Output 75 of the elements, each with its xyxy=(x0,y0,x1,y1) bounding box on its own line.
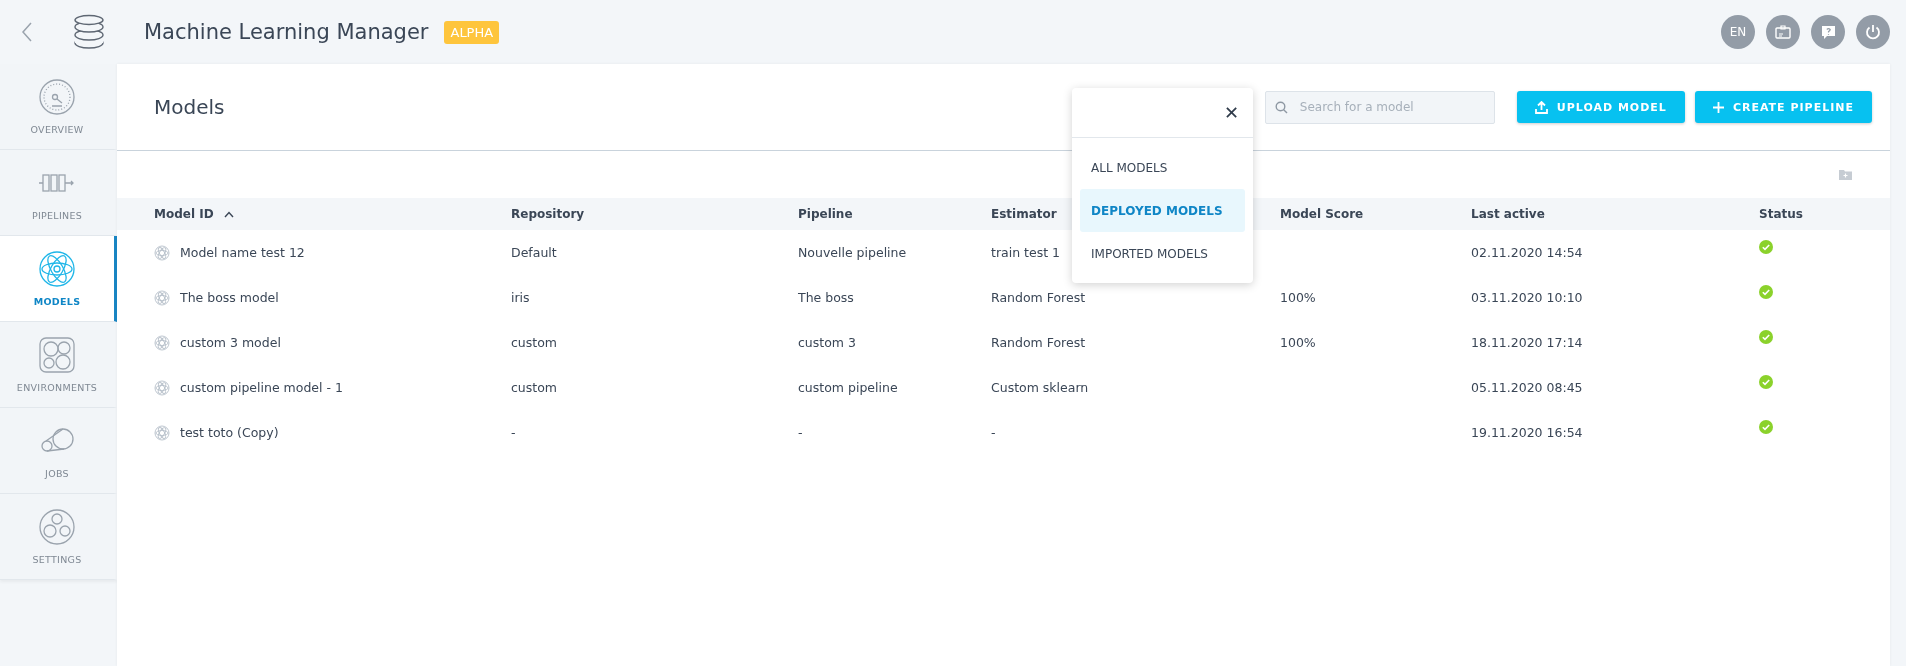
table-cell: Custom sklearn xyxy=(991,380,1089,395)
model-name[interactable]: custom pipeline model - 1 xyxy=(180,380,343,395)
search-field[interactable]: Search for a model xyxy=(1264,90,1495,124)
table-cell: 03.11.2020 10:10 xyxy=(1471,290,1583,305)
atom-icon xyxy=(154,379,170,396)
column-header[interactable]: Repository xyxy=(511,207,798,221)
table-cell: 05.11.2020 08:45 xyxy=(1471,380,1583,395)
sidebar-label: PIPELINES xyxy=(31,210,83,221)
table-cell: The boss xyxy=(798,290,854,305)
page-title: Models xyxy=(154,95,225,119)
model-name[interactable]: test toto (Copy) xyxy=(180,425,279,440)
power-button[interactable] xyxy=(1856,15,1890,49)
sidebar-label: SETTINGS xyxy=(32,554,82,565)
menu-option[interactable]: DEPLOYED MODELS xyxy=(1080,189,1245,232)
column-title: Model Score xyxy=(1280,207,1364,221)
column-title: Pipeline xyxy=(798,207,853,221)
id-card-icon xyxy=(1775,25,1791,39)
sidebar-label: ENVIRONMENTS xyxy=(16,382,98,393)
close-button[interactable]: ✕ xyxy=(1223,102,1239,123)
table-cell: 18.11.2020 17:14 xyxy=(1471,335,1583,350)
atom-icon xyxy=(154,424,170,441)
column-title: Model ID xyxy=(154,207,214,221)
table-cell: 02.11.2020 14:54 xyxy=(1471,245,1583,260)
table-cell: 100% xyxy=(1280,290,1316,305)
sidebar-item[interactable]: SETTINGS xyxy=(0,494,117,580)
upload-icon xyxy=(1534,100,1548,114)
folder-icon[interactable] xyxy=(1839,169,1852,180)
atom-icon xyxy=(38,250,76,288)
table-cell: - xyxy=(798,425,803,440)
help-chat-icon xyxy=(1820,24,1836,40)
table-cell: Default xyxy=(511,245,557,260)
column-title: Status xyxy=(1759,207,1803,221)
plus-icon xyxy=(1712,101,1724,113)
power-icon xyxy=(1865,24,1881,40)
alpha-badge: ALPHA xyxy=(444,20,500,44)
column-header[interactable]: Status xyxy=(1759,207,1890,221)
table-cell: 19.11.2020 16:54 xyxy=(1471,425,1583,440)
table-cell: - xyxy=(511,425,516,440)
table-cell: - xyxy=(991,425,996,440)
table-cell: iris xyxy=(511,290,530,305)
column-title: Last active xyxy=(1471,207,1545,221)
model-name[interactable]: custom 3 model xyxy=(180,335,281,350)
atom-icon xyxy=(154,334,170,351)
id-card-button[interactable] xyxy=(1766,15,1800,49)
atom-icon xyxy=(154,289,170,306)
table-cell: train test 1 xyxy=(991,245,1060,260)
column-header[interactable]: Pipeline xyxy=(798,207,991,221)
column-header[interactable]: Model Score xyxy=(1280,207,1471,221)
cells-icon xyxy=(38,336,76,374)
atom-icon xyxy=(154,244,170,261)
column-header[interactable]: Last active xyxy=(1471,207,1759,221)
table-cell: custom xyxy=(511,380,558,395)
table-cell: Random Forest xyxy=(991,290,1086,305)
table-cell: custom pipeline xyxy=(798,380,898,395)
menu-option[interactable]: IMPORTED MODELS xyxy=(1080,232,1245,275)
table-cell: custom 3 xyxy=(798,335,856,350)
menu-option[interactable]: ALL MODELS xyxy=(1080,146,1245,189)
table-cell: Nouvelle pipeline xyxy=(798,245,907,260)
sidebar-label: MODELS xyxy=(33,296,81,307)
gauge-icon xyxy=(38,78,76,116)
column-header[interactable]: Model ID xyxy=(154,207,511,221)
app-title: Machine Learning Manager xyxy=(144,20,429,44)
column-title: Repository xyxy=(511,207,585,221)
table-cell: custom xyxy=(511,335,558,350)
help-button[interactable] xyxy=(1811,15,1845,49)
sidebar-item[interactable]: MODELS xyxy=(0,236,117,322)
sidebar-label: OVERVIEW xyxy=(30,124,84,135)
gears-icon xyxy=(38,508,76,546)
sidebar-label: JOBS xyxy=(45,468,69,479)
model-name[interactable]: Model name test 12 xyxy=(180,245,305,260)
model-name[interactable]: The boss model xyxy=(180,290,279,305)
table-cell: 100% xyxy=(1280,335,1316,350)
table-cell: Random Forest xyxy=(991,335,1086,350)
back-icon[interactable] xyxy=(20,21,34,43)
database-icon xyxy=(72,14,106,50)
